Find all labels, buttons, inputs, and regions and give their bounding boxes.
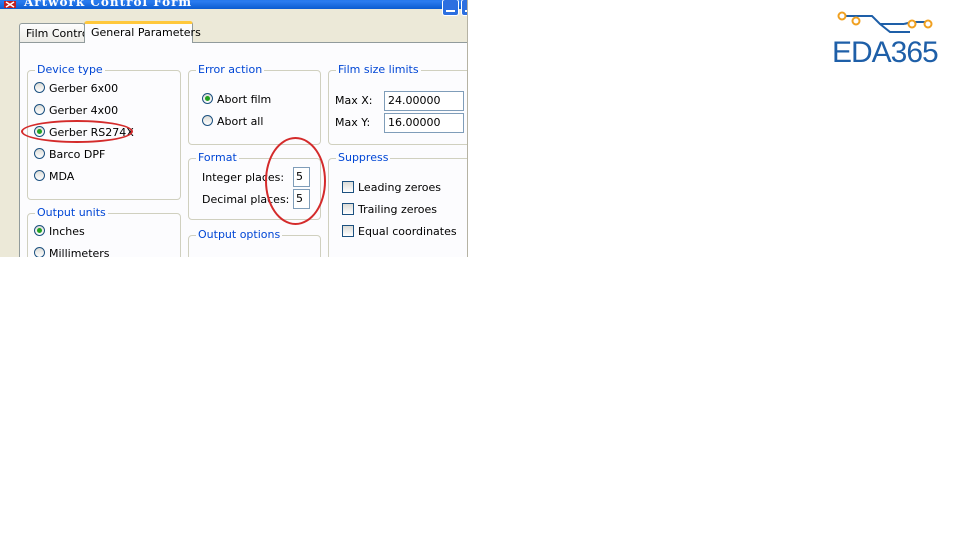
option-label: Leading zeroes xyxy=(358,181,441,194)
eda365-logo: EDA365 xyxy=(832,8,946,70)
radio-button[interactable] xyxy=(202,115,213,126)
title-bar: Artwork Control Form xyxy=(0,0,467,16)
radio-button[interactable] xyxy=(202,93,213,104)
option-label: Gerber 6x00 xyxy=(49,82,119,95)
logo-text: EDA365 xyxy=(832,36,939,69)
tab-label: General Parameters xyxy=(91,26,201,39)
app-icon xyxy=(4,1,16,8)
option-label: Gerber 4x00 xyxy=(49,104,119,117)
group-legend: Output options xyxy=(196,228,283,242)
radio-button[interactable] xyxy=(34,104,45,115)
option-label: Equal coordinates xyxy=(358,225,457,238)
artwork-dialog: Artwork Control Form Film Control Genera… xyxy=(0,0,468,257)
radio-button[interactable] xyxy=(34,148,45,159)
error-action-group: Error action xyxy=(188,63,321,145)
group-legend: Output units xyxy=(35,206,108,220)
option-label: Inches xyxy=(49,225,85,238)
radio-button[interactable] xyxy=(34,82,45,93)
max-y-label: Max Y: xyxy=(335,116,371,129)
highlight-ellipse-rs274x xyxy=(21,120,133,143)
option-label: Millimeters xyxy=(49,247,110,257)
max-y-input[interactable]: 16.00000 xyxy=(384,113,464,133)
radio-button[interactable] xyxy=(34,247,45,257)
option-label: MDA xyxy=(49,170,75,183)
maximize-button[interactable] xyxy=(461,0,467,16)
window-title: Artwork Control Form xyxy=(24,0,193,9)
checkbox[interactable] xyxy=(342,225,354,237)
radio-button[interactable] xyxy=(34,225,45,236)
option-label: Barco DPF xyxy=(49,148,106,161)
radio-button[interactable] xyxy=(34,170,45,181)
group-legend: Device type xyxy=(35,63,105,77)
tab-label: Film Control xyxy=(26,27,92,40)
max-x-label: Max X: xyxy=(335,94,373,107)
group-legend: Film size limits xyxy=(336,63,421,77)
checkbox[interactable] xyxy=(342,203,354,215)
option-label: Abort film xyxy=(217,93,272,106)
tab-general-parameters[interactable]: General Parameters xyxy=(84,21,201,43)
minimize-button[interactable] xyxy=(442,0,459,16)
checkbox[interactable] xyxy=(342,181,354,193)
tab-film-control[interactable]: Film Control xyxy=(19,23,92,42)
max-x-input[interactable]: 24.00000 xyxy=(384,91,464,111)
output-options-group: Output options xyxy=(188,228,321,257)
group-legend: Format xyxy=(196,151,239,165)
circuit-trace-icon xyxy=(837,11,933,33)
option-label: Abort all xyxy=(217,115,264,128)
group-legend: Error action xyxy=(196,63,265,77)
option-label: Trailing zeroes xyxy=(358,203,438,216)
highlight-ellipse-format xyxy=(265,137,326,225)
group-legend: Suppress xyxy=(336,151,391,165)
